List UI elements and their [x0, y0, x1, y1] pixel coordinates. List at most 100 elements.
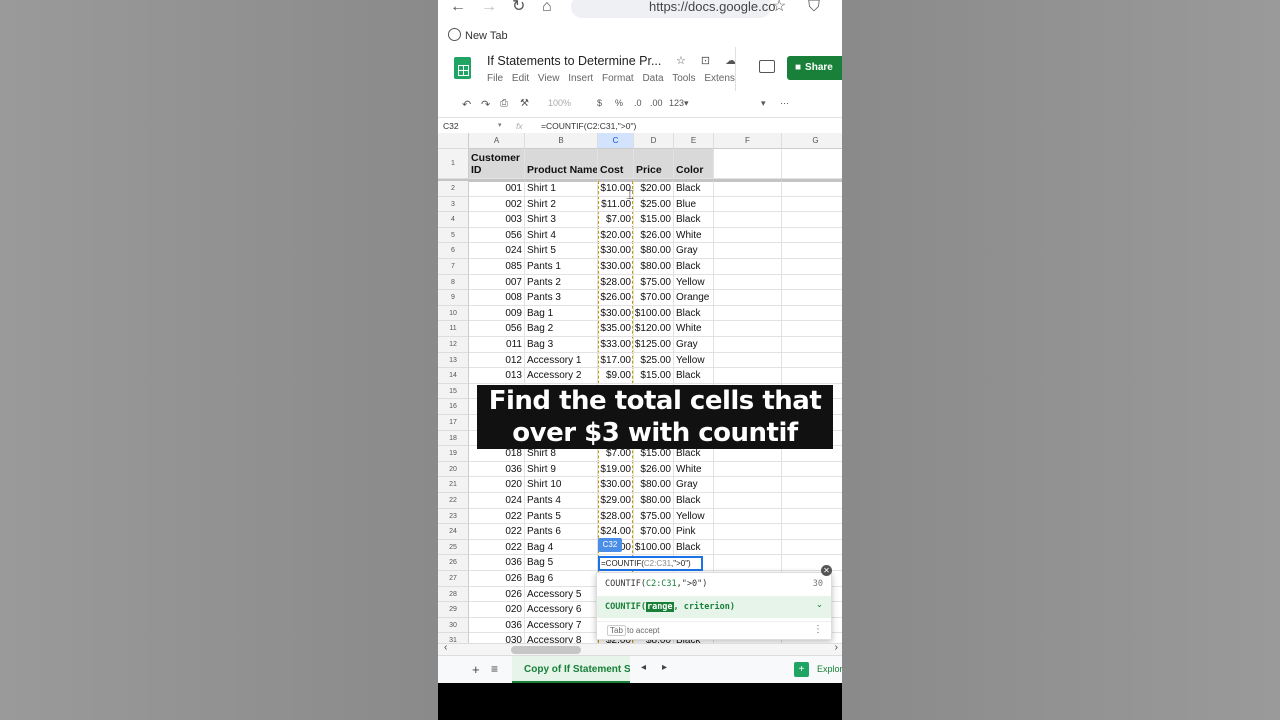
row-header[interactable]: 7 [438, 259, 469, 275]
row-header[interactable]: 4 [438, 212, 469, 228]
table-cell[interactable] [634, 430, 674, 447]
table-cell[interactable] [634, 415, 674, 431]
row-header[interactable]: 17 [438, 415, 469, 431]
table-cell[interactable] [782, 509, 842, 525]
table-cell[interactable]: Pants 2 [525, 274, 598, 291]
table-cell[interactable] [782, 540, 842, 556]
table-cell[interactable]: $15.00 [634, 446, 674, 462]
table-cell[interactable]: $28.00 [598, 508, 634, 525]
row-header[interactable]: 22 [438, 493, 469, 509]
table-cell[interactable]: $29.00 [598, 493, 634, 509]
table-cell[interactable]: 012 [469, 352, 525, 369]
row-header[interactable]: 19 [438, 446, 469, 462]
table-cell[interactable] [782, 384, 842, 400]
menu-file[interactable]: File [487, 73, 503, 84]
table-cell[interactable] [714, 383, 782, 400]
row-header[interactable]: 24 [438, 524, 469, 540]
table-cell[interactable] [598, 399, 634, 415]
table-cell[interactable]: $26.00 [634, 461, 674, 478]
sheet-tab-active[interactable]: Copy of If Statement S [512, 656, 630, 683]
table-cell[interactable]: Shirt 5 [525, 243, 598, 259]
explore-label[interactable]: Explore [817, 664, 842, 674]
column-header-a[interactable]: A [469, 133, 525, 149]
column-header-f[interactable]: F [714, 133, 782, 149]
bookmark-star-icon[interactable]: ☆ [772, 0, 786, 15]
function-help-row[interactable]: COUNTIF(range, criterion) ⌄ [597, 596, 831, 618]
table-cell[interactable]: $15.00 [634, 212, 674, 228]
table-cell[interactable] [714, 227, 782, 244]
table-cell[interactable]: $75.00 [634, 274, 674, 291]
header-customer-id[interactable]: Customer ID [469, 149, 525, 179]
header-product-name[interactable]: Product Name [525, 149, 598, 179]
table-cell[interactable]: Bag 4 [525, 539, 598, 556]
table-cell[interactable]: $28.00 [598, 274, 634, 291]
table-cell[interactable]: $70.00 [634, 290, 674, 306]
table-cell[interactable]: Pink [674, 524, 714, 540]
table-cell[interactable]: $26.00 [598, 290, 634, 306]
table-cell[interactable] [714, 212, 782, 228]
column-header-e[interactable]: E [674, 133, 714, 149]
table-cell[interactable] [634, 399, 674, 415]
table-cell[interactable]: Accessory 1 [525, 352, 598, 369]
table-cell[interactable] [714, 555, 782, 571]
table-cell[interactable]: Shirt 1 [525, 181, 598, 197]
table-cell[interactable]: Pants 1 [525, 259, 598, 275]
table-cell[interactable] [782, 446, 842, 462]
table-cell[interactable]: 007 [469, 274, 525, 291]
table-cell[interactable]: $120.00 [634, 321, 674, 337]
zoom-select[interactable]: 100% [548, 98, 571, 108]
table-cell[interactable]: $17.00 [598, 352, 634, 369]
table-cell[interactable]: 036 [469, 461, 525, 478]
table-cell[interactable] [782, 462, 842, 478]
table-cell[interactable]: Black [674, 539, 714, 556]
table-cell[interactable]: 022 [469, 539, 525, 556]
url-bar[interactable]: https://docs.google.co [571, 0, 775, 18]
paint-format-icon[interactable]: ⚒ [520, 98, 529, 109]
table-cell[interactable] [782, 275, 842, 291]
table-cell[interactable] [714, 493, 782, 509]
table-cell[interactable]: $20.00 [598, 227, 634, 244]
table-cell[interactable]: Bag 5 [525, 555, 598, 571]
table-cell[interactable] [598, 430, 634, 447]
table-cell[interactable] [525, 430, 598, 447]
sheet-prev-arrow-icon[interactable]: ◂ [641, 662, 646, 673]
table-cell[interactable]: Bag 6 [525, 571, 598, 587]
table-cell[interactable]: 085 [469, 259, 525, 275]
share-button[interactable]: ■ Share [787, 56, 842, 80]
table-cell[interactable] [782, 493, 842, 509]
row-header[interactable]: 6 [438, 243, 469, 259]
table-cell[interactable] [714, 368, 782, 384]
table-cell[interactable]: White [674, 227, 714, 244]
row-header[interactable]: 18 [438, 430, 469, 447]
table-cell[interactable]: Accessory 8 [525, 633, 598, 643]
row-header[interactable]: 26 [438, 555, 469, 571]
scroll-left-icon[interactable]: ‹ [444, 642, 447, 653]
more-options-icon[interactable]: ⋮ [813, 624, 823, 635]
menu-format[interactable]: Format [602, 73, 634, 84]
table-cell[interactable]: Blue [674, 196, 714, 213]
table-cell[interactable]: $75.00 [634, 508, 674, 525]
table-cell[interactable]: Black [674, 446, 714, 462]
undo-icon[interactable]: ↶ [462, 98, 471, 111]
table-cell[interactable] [634, 383, 674, 400]
table-cell[interactable] [782, 368, 842, 384]
table-cell[interactable] [674, 383, 714, 400]
table-cell[interactable] [782, 212, 842, 228]
row-header[interactable]: 16 [438, 399, 469, 415]
table-cell[interactable] [714, 399, 782, 415]
table-cell[interactable]: 022 [469, 524, 525, 540]
table-cell[interactable]: $100.00 [634, 305, 674, 322]
table-cell[interactable]: 020 [469, 602, 525, 618]
table-cell[interactable]: Shirt 9 [525, 461, 598, 478]
menu-data[interactable]: Data [642, 73, 663, 84]
table-cell[interactable] [782, 243, 842, 259]
table-cell[interactable] [714, 196, 782, 213]
table-cell[interactable] [714, 415, 782, 431]
table-cell[interactable]: Black [674, 181, 714, 197]
table-cell[interactable] [782, 353, 842, 369]
header-cost[interactable]: Cost [598, 149, 634, 179]
menu-extensions[interactable]: Extens [704, 73, 735, 84]
table-cell[interactable]: Gray [674, 337, 714, 353]
table-cell[interactable]: Yellow [674, 508, 714, 525]
table-cell[interactable] [598, 383, 634, 400]
